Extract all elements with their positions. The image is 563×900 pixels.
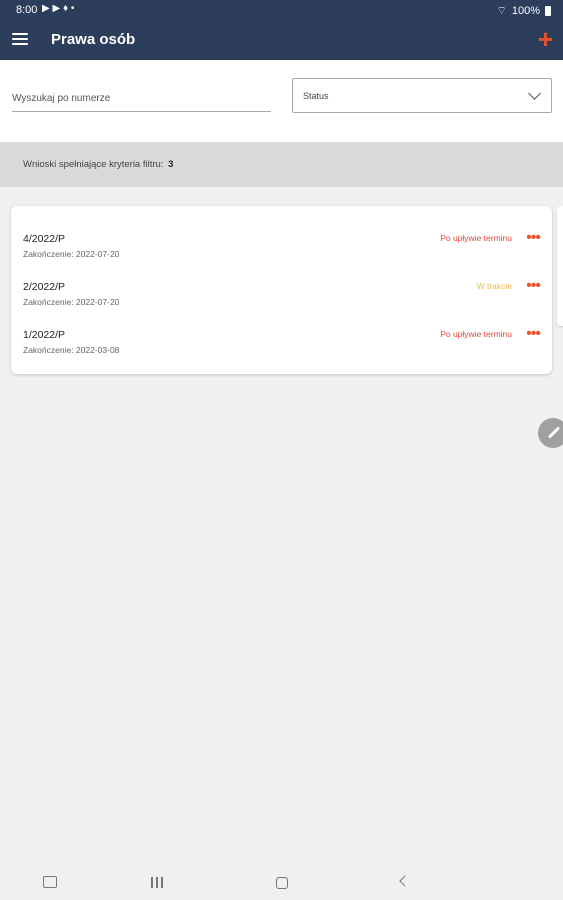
add-button[interactable]: + bbox=[538, 25, 553, 53]
recents-button[interactable] bbox=[151, 877, 163, 888]
item-date: Zakończenie: 2022-07-20 bbox=[23, 297, 120, 307]
requests-list: 4/2022/P Zakończenie: 2022-07-20 Po upły… bbox=[11, 206, 552, 374]
hamburger-menu-icon[interactable] bbox=[12, 33, 28, 45]
results-label: Wnioski spełniające kryteria filtru: bbox=[23, 159, 164, 170]
more-options-icon[interactable]: ••• bbox=[526, 325, 541, 343]
system-indicators: ⌔ 100% bbox=[497, 4, 551, 18]
page-title: Prawa osób bbox=[51, 31, 136, 48]
status-badge: Po upływie terminu bbox=[440, 233, 512, 243]
battery-icon bbox=[545, 6, 551, 16]
item-number: 2/2022/P bbox=[23, 281, 66, 293]
status-badge: Po upływie terminu bbox=[440, 329, 512, 339]
battery-text: 100% bbox=[511, 5, 540, 17]
status-badge: W trakcie bbox=[476, 281, 512, 291]
results-count: 3 bbox=[168, 159, 174, 170]
home-button[interactable] bbox=[276, 877, 288, 889]
wifi-icon: ⌔ bbox=[496, 5, 507, 17]
pencil-icon bbox=[547, 426, 561, 439]
item-date: Zakończenie: 2022-03-08 bbox=[23, 345, 120, 355]
edit-button[interactable] bbox=[538, 418, 563, 448]
more-options-icon[interactable]: ••• bbox=[526, 277, 541, 295]
system-status-bar: 8:00 ▶ ▶ ♦ • ⌔ 100% bbox=[0, 0, 563, 20]
clock: 8:00 bbox=[16, 4, 38, 16]
notification-icons: ▶ ▶ ♦ • bbox=[42, 3, 75, 14]
system-navigation-bar bbox=[0, 866, 563, 900]
chevron-down-icon bbox=[528, 87, 541, 100]
list-item[interactable]: 1/2022/P Zakończenie: 2022-03-08 Po upły… bbox=[11, 325, 552, 373]
results-summary: Wnioski spełniające kryteria filtru: 3 bbox=[0, 142, 563, 187]
search-input[interactable] bbox=[12, 86, 271, 112]
status-dropdown[interactable]: Status bbox=[292, 78, 552, 113]
item-number: 4/2022/P bbox=[23, 233, 66, 245]
list-item[interactable]: 2/2022/P Zakończenie: 2022-07-20 W trakc… bbox=[11, 277, 552, 325]
status-dropdown-label: Status bbox=[303, 91, 329, 101]
list-item[interactable]: 4/2022/P Zakończenie: 2022-07-20 Po upły… bbox=[11, 229, 552, 277]
item-number: 1/2022/P bbox=[23, 329, 66, 341]
app-header: Prawa osób + bbox=[0, 20, 563, 60]
side-panel-handle[interactable] bbox=[557, 206, 563, 326]
back-button[interactable] bbox=[399, 875, 411, 887]
item-date: Zakończenie: 2022-07-20 bbox=[23, 249, 120, 259]
filter-panel: Status bbox=[0, 60, 563, 142]
more-options-icon[interactable]: ••• bbox=[526, 229, 541, 247]
keyboard-icon[interactable] bbox=[43, 876, 57, 888]
results-summary-text: Wnioski spełniające kryteria filtru: 3 bbox=[23, 159, 173, 170]
